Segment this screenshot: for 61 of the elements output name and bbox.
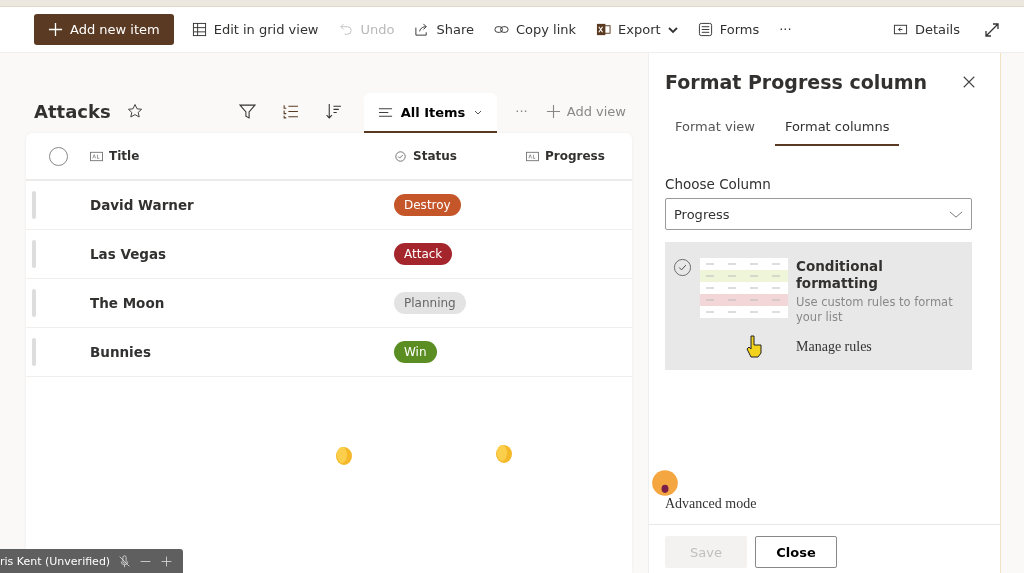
field-label: Choose Column [665, 176, 772, 192]
status-tag: Planning [394, 292, 466, 314]
add-view-button[interactable]: Add view [539, 99, 632, 123]
close-icon[interactable] [962, 75, 976, 89]
caret-icon [667, 24, 678, 35]
tab[interactable]: Format columns [774, 111, 900, 146]
plus-icon [48, 22, 63, 37]
details-button[interactable]: Details [884, 17, 968, 42]
share-button[interactable]: Share [406, 17, 482, 42]
star-icon[interactable] [126, 103, 143, 119]
manage-rules-link[interactable]: Manage rules [796, 339, 961, 355]
view-selector[interactable]: All Items [363, 93, 498, 133]
formatting-option-card[interactable]: Conditional formatting Use custom rules to format your list Manage rules [665, 242, 972, 370]
share-icon [414, 22, 430, 37]
row-handle[interactable] [32, 240, 36, 268]
mic-off-icon[interactable] [118, 554, 132, 568]
option-title: Conditional formatting [796, 258, 884, 292]
undo-icon [338, 22, 354, 37]
dialog-button[interactable]: Close [755, 536, 837, 568]
item-title[interactable]: Bunnies [90, 344, 151, 360]
spreadsheet-icon [596, 22, 612, 37]
row-handle[interactable] [32, 338, 36, 366]
list-title: Attacks [34, 100, 111, 122]
row-handle[interactable] [32, 191, 36, 219]
panel-icon [892, 22, 908, 37]
participant-name: ris Kent (Unverified) [0, 554, 111, 568]
grid-icon [191, 22, 207, 37]
status-tag: Attack [394, 243, 453, 265]
face-emoji-icon [651, 469, 679, 497]
chevron-down-icon [949, 209, 963, 219]
plus-icon[interactable] [160, 554, 174, 568]
sort-icon[interactable] [324, 102, 342, 120]
plus-icon [545, 103, 561, 119]
item-title[interactable]: Las Vegas [90, 246, 167, 262]
check-circle-icon [394, 150, 407, 162]
grid-button[interactable]: Edit in grid view [183, 17, 327, 42]
status-tag: Win [394, 341, 437, 363]
panel-title: Format Progress column [665, 71, 928, 93]
column-header[interactable]: Title [90, 149, 140, 163]
tab[interactable]: Format view [665, 111, 765, 146]
add-item-button[interactable]: Add new item [34, 14, 174, 45]
form-icon [697, 22, 713, 37]
column-header[interactable]: Status [394, 149, 457, 163]
column-dropdown[interactable]: Progress [665, 198, 972, 230]
text-field-icon [526, 150, 539, 162]
item-title[interactable]: The Moon [90, 295, 165, 311]
status-tag: Destroy [394, 194, 461, 216]
column-header[interactable]: Progress [526, 149, 605, 163]
advanced-mode-link[interactable]: Advanced mode [665, 496, 1000, 512]
row-handle[interactable] [32, 289, 36, 317]
more-button[interactable]: ··· [771, 17, 800, 42]
filter-icon[interactable] [238, 102, 256, 120]
hand-cursor-icon [745, 334, 765, 358]
expand-icon[interactable] [984, 21, 1000, 38]
option-description: Use custom rules to format your list [796, 295, 954, 325]
export-button[interactable]: Export [588, 17, 686, 42]
group-list-icon[interactable] [281, 102, 299, 120]
link-button[interactable]: Copy link [486, 17, 585, 42]
forms-button[interactable]: Forms [689, 17, 768, 42]
item-title[interactable]: David Warner [90, 197, 194, 213]
text-field-icon [90, 150, 103, 162]
